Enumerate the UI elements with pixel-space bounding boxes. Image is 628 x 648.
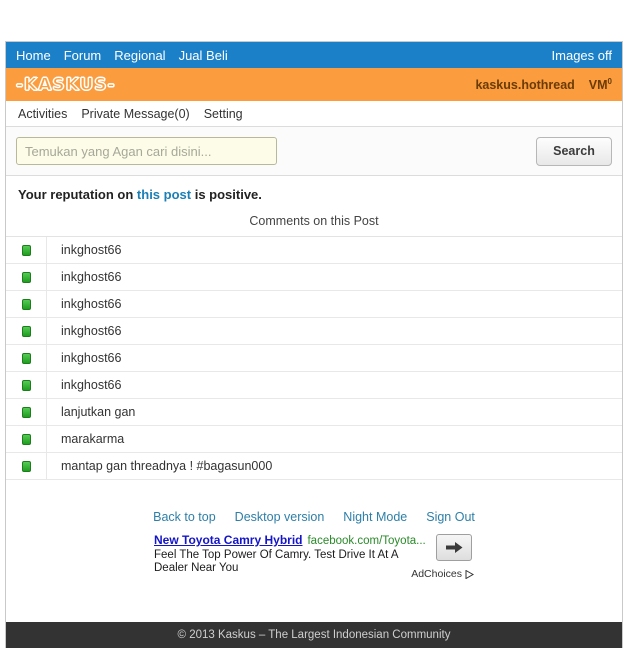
vm-indicator[interactable]: VM0: [589, 77, 612, 92]
brand-bar: -KASKUS- kaskus.hothread VM0: [6, 68, 622, 101]
table-row[interactable]: inkghost66: [6, 264, 622, 291]
this-post-link[interactable]: this post: [137, 187, 191, 202]
comment-text: inkghost66: [46, 372, 622, 398]
top-nav-links: Home Forum Regional Jual Beli: [16, 48, 228, 63]
footer-desktop-version[interactable]: Desktop version: [235, 510, 325, 524]
comment-text: inkghost66: [46, 291, 622, 317]
search-input[interactable]: [16, 137, 277, 165]
row-icon-cell: [6, 298, 46, 310]
account-name[interactable]: kaskus.hothread: [475, 78, 574, 92]
nav-jual-beli[interactable]: Jual Beli: [179, 48, 228, 63]
comments-list: inkghost66 inkghost66 inkghost66 inkghost66…: [6, 237, 622, 480]
top-navigation-bar: Home Forum Regional Jual Beli Images off: [6, 42, 622, 68]
table-row[interactable]: inkghost66: [6, 345, 622, 372]
search-bar: Search: [6, 127, 622, 176]
table-row[interactable]: marakarma: [6, 426, 622, 453]
green-square-icon: [21, 298, 31, 310]
ad-headline-row: New Toyota Camry Hybrid facebook.com/Toy…: [154, 533, 474, 549]
reputation-notice: Your reputation on this post is positive…: [6, 176, 622, 212]
account-info: kaskus.hothread VM0: [475, 77, 612, 92]
adchoices-text: AdChoices: [411, 568, 462, 580]
row-icon-cell: [6, 325, 46, 337]
copyright-bar: © 2013 Kaskus – The Largest Indonesian C…: [6, 622, 622, 648]
comment-text: mantap gan threadnya ! #bagasun000: [46, 453, 622, 479]
table-row[interactable]: lanjutkan gan: [6, 399, 622, 426]
ad-display-url: facebook.com/Toyota...: [307, 535, 426, 547]
green-square-icon: [21, 379, 31, 391]
row-icon-cell: [6, 460, 46, 472]
table-row[interactable]: inkghost66: [6, 237, 622, 264]
green-square-icon: [21, 433, 31, 445]
subnav-private-message[interactable]: Private Message(0): [81, 107, 189, 121]
row-icon-cell: [6, 379, 46, 391]
row-icon-cell: [6, 433, 46, 445]
green-square-icon: [21, 244, 31, 256]
footer-links: Back to top Desktop version Night Mode S…: [6, 506, 622, 532]
table-row[interactable]: inkghost66: [6, 372, 622, 399]
reputation-suffix: is positive.: [191, 187, 262, 202]
footer-back-to-top[interactable]: Back to top: [153, 510, 216, 524]
content-bottom-spacer: [6, 480, 622, 506]
arrow-right-icon: [445, 542, 462, 553]
adchoices-triangle-icon: [465, 570, 474, 580]
comment-text: inkghost66: [46, 318, 622, 344]
ad-arrow-button[interactable]: [436, 534, 472, 561]
green-square-icon: [21, 406, 31, 418]
comment-text: lanjutkan gan: [46, 399, 622, 425]
images-off-toggle[interactable]: Images off: [552, 48, 612, 63]
row-icon-cell: [6, 406, 46, 418]
secondary-navigation-bar: Activities Private Message(0) Setting: [6, 101, 622, 127]
reputation-prefix: Your reputation on: [18, 187, 137, 202]
comment-text: inkghost66: [46, 345, 622, 371]
nav-regional[interactable]: Regional: [114, 48, 165, 63]
subnav-setting[interactable]: Setting: [204, 107, 243, 121]
ad-title-link[interactable]: New Toyota Camry Hybrid: [154, 533, 302, 548]
comments-section-title: Comments on this Post: [6, 212, 622, 237]
row-icon-cell: [6, 244, 46, 256]
adchoices-label[interactable]: AdChoices: [411, 568, 474, 582]
table-row[interactable]: mantap gan threadnya ! #bagasun000: [6, 453, 622, 480]
ad-description: Feel The Top Power Of Camry. Test Drive …: [154, 548, 398, 575]
comment-text: inkghost66: [46, 264, 622, 290]
comment-text: marakarma: [46, 426, 622, 452]
green-square-icon: [21, 352, 31, 364]
row-icon-cell: [6, 271, 46, 283]
nav-forum[interactable]: Forum: [64, 48, 102, 63]
green-square-icon: [21, 460, 31, 472]
subnav-activities[interactable]: Activities: [18, 107, 67, 121]
row-icon-cell: [6, 352, 46, 364]
comment-text: inkghost66: [46, 237, 622, 263]
table-row[interactable]: inkghost66: [6, 318, 622, 345]
nav-home[interactable]: Home: [16, 48, 51, 63]
green-square-icon: [21, 271, 31, 283]
search-button[interactable]: Search: [536, 136, 612, 166]
footer-night-mode[interactable]: Night Mode: [343, 510, 407, 524]
green-square-icon: [21, 325, 31, 337]
page-frame: Home Forum Regional Jual Beli Images off…: [5, 41, 623, 648]
kaskus-logo[interactable]: -KASKUS-: [16, 74, 116, 95]
table-row[interactable]: inkghost66: [6, 291, 622, 318]
footer-sign-out[interactable]: Sign Out: [426, 510, 475, 524]
advertisement-block: New Toyota Camry Hybrid facebook.com/Toy…: [154, 532, 474, 580]
